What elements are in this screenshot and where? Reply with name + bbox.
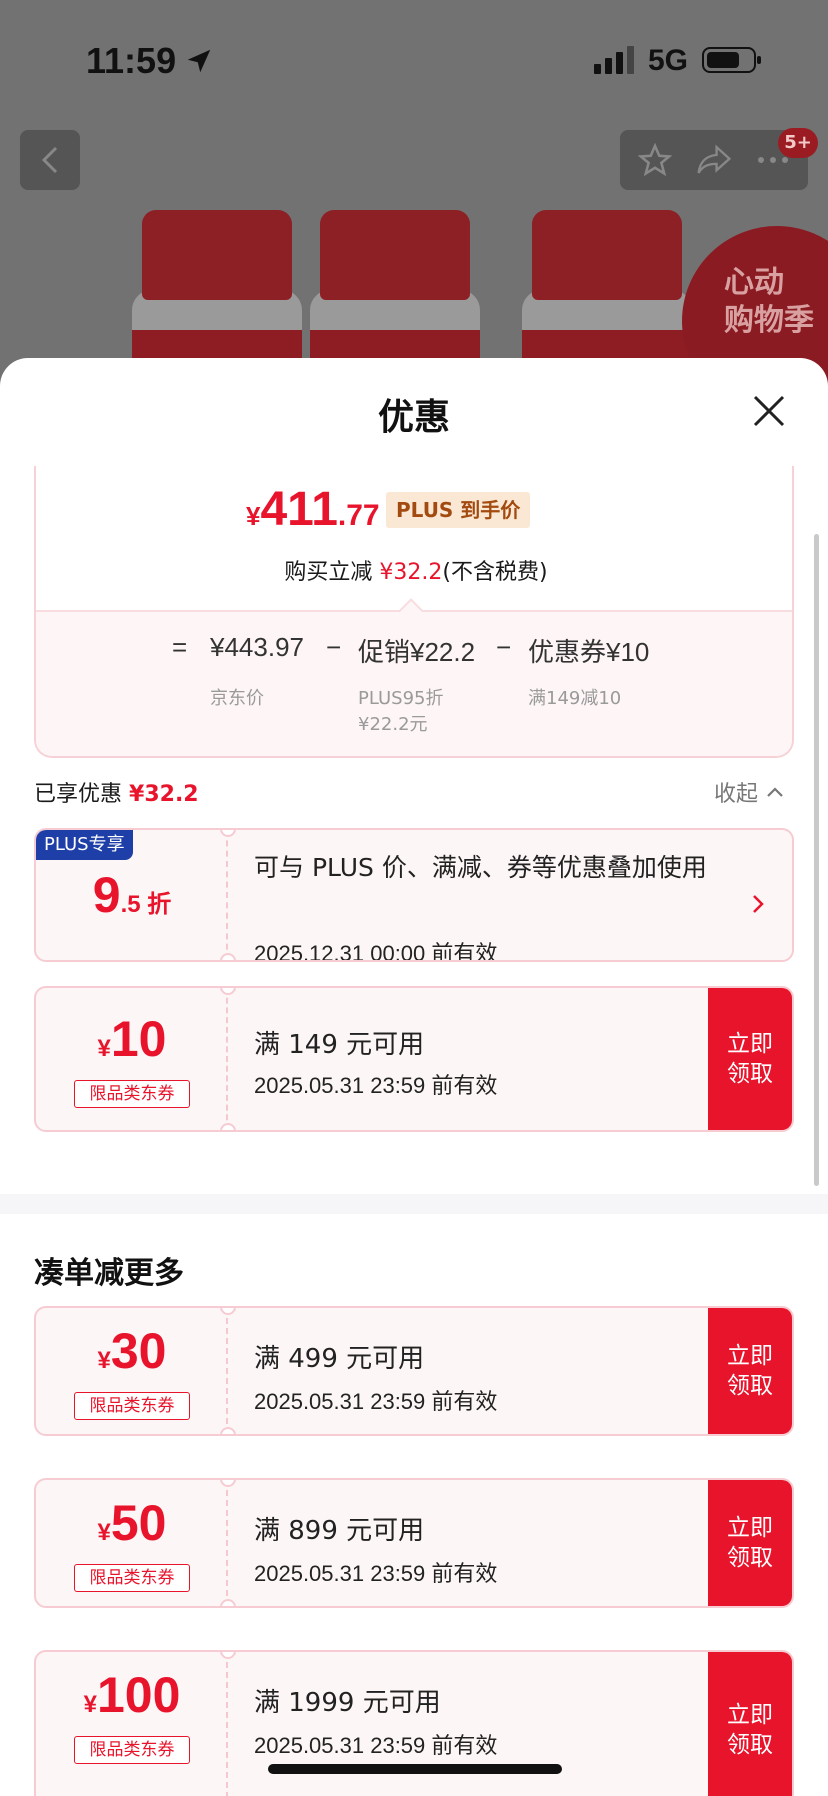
reduce-label: 购买立减 xyxy=(284,560,373,585)
coupon-amount: ¥50 xyxy=(36,1494,228,1552)
plus-discount-rate: 9.5 折 xyxy=(36,866,228,924)
coupon-detail: 满149减10 xyxy=(528,688,622,709)
coupon-value: 10 xyxy=(110,1011,167,1067)
promo-detail-amount: ¥22.2元 xyxy=(358,714,428,735)
coupon-value: 50 xyxy=(110,1495,167,1551)
coupon-currency: ¥ xyxy=(83,1691,97,1718)
enjoyed-label: 已享优惠 xyxy=(34,782,123,807)
coupon-value: 30 xyxy=(110,1323,167,1379)
more-badge: 5+ xyxy=(778,128,818,158)
promo-discount: 促销¥22.2 xyxy=(358,637,476,667)
equals-sign: = xyxy=(172,632,188,662)
chevron-up-icon xyxy=(767,787,783,797)
plus-price-tag: PLUS 到手价 xyxy=(386,492,531,528)
price-currency: ¥ xyxy=(246,501,261,531)
coupon-card: ¥10 限品类东券 满 149 元可用 2025.05.31 23:59 前有效… xyxy=(34,986,794,1132)
chevron-left-icon xyxy=(41,146,58,174)
coupon-type-tag: 限品类东券 xyxy=(74,1736,190,1764)
price-breakdown: = ¥443.97 − 促销¥22.2 − 优惠券¥10 京东价 PLUS95折… xyxy=(36,610,792,756)
price-decimal: .77 xyxy=(337,499,380,532)
network-type: 5G xyxy=(648,44,689,77)
coupon-type-tag: 限品类东券 xyxy=(74,1564,190,1592)
more-section-title: 凑单减更多 xyxy=(34,1256,184,1291)
collapse-label: 收起 xyxy=(714,782,759,807)
coupon-validity: 2025.05.31 23:59 前有效 xyxy=(254,1389,498,1414)
coupon-card: ¥50 限品类东券 满 899 元可用 2025.05.31 23:59 前有效… xyxy=(34,1478,794,1608)
plus-final-price: ¥411.77 xyxy=(246,482,380,537)
coupon-currency: ¥ xyxy=(97,1519,111,1546)
price-integer: 411 xyxy=(260,483,338,536)
sheet-title: 优惠 xyxy=(377,397,450,438)
promo-detail: PLUS95折 xyxy=(358,688,444,709)
plus-exclusive-badge: PLUS专享 xyxy=(36,830,133,860)
close-icon[interactable] xyxy=(752,394,786,428)
status-time: 11:59 xyxy=(86,40,177,81)
home-indicator[interactable] xyxy=(268,1764,562,1774)
minus-sign: − xyxy=(326,632,342,662)
reduce-note: (不含税费) xyxy=(442,560,548,585)
enjoyed-amount: ¥32.2 xyxy=(129,782,199,807)
coupon-condition: 满 149 元可用 xyxy=(254,1030,425,1060)
coupon-type-tag: 限品类东券 xyxy=(74,1080,190,1108)
coupon-currency: ¥ xyxy=(97,1035,111,1062)
price-summary-card: ¥411.77 PLUS 到手价 购买立减 ¥32.2(不含税费) = ¥443… xyxy=(34,466,794,758)
more-icon[interactable] xyxy=(756,155,790,165)
jd-price: ¥443.97 xyxy=(210,632,304,662)
coupon-amount: ¥10 xyxy=(36,1010,228,1068)
cellular-signal-icon xyxy=(594,46,634,74)
reduce-summary: 购买立减 ¥32.2(不含税费) xyxy=(36,554,792,586)
discount-rate-main: 9 xyxy=(92,867,121,923)
plus-coupon-validity: 2025.12.31 00:00 前有效 xyxy=(254,941,498,962)
coupon-amount: ¥100 xyxy=(36,1666,228,1724)
coupon-validity: 2025.05.31 23:59 前有效 xyxy=(254,1733,498,1758)
claim-coupon-button[interactable]: 立即领取 xyxy=(708,1652,792,1796)
claim-coupon-button[interactable]: 立即领取 xyxy=(708,988,792,1130)
claim-coupon-button[interactable]: 立即领取 xyxy=(708,1480,792,1606)
coupon-validity: 2025.05.31 23:59 前有效 xyxy=(254,1561,498,1586)
coupon-validity: 2025.05.31 23:59 前有效 xyxy=(254,1073,498,1098)
minus-sign: − xyxy=(496,632,512,662)
location-arrow-icon xyxy=(187,49,211,73)
coupon-value: 100 xyxy=(96,1667,181,1723)
coupon-type-tag: 限品类东券 xyxy=(74,1392,190,1420)
enjoyed-discount: 已享优惠 ¥32.2 xyxy=(34,776,199,808)
coupon-condition: 满 1999 元可用 xyxy=(254,1688,441,1718)
jd-price-label: 京东价 xyxy=(210,688,264,709)
coupon-card: ¥100 限品类东券 满 1999 元可用 2025.05.31 23:59 前… xyxy=(34,1650,794,1796)
scrollbar[interactable] xyxy=(814,534,819,1186)
status-bar: 11:59 5G xyxy=(0,0,828,110)
share-icon[interactable] xyxy=(696,144,732,176)
coupon-discount: 优惠券¥10 xyxy=(528,637,650,667)
coupon-condition: 满 499 元可用 xyxy=(254,1344,425,1374)
discount-rate-decimal: .5 折 xyxy=(120,891,172,918)
plus-coupon-description: 可与 PLUS 价、满减、券等优惠叠加使用 xyxy=(254,853,707,882)
promo-text-line: 购物季 xyxy=(724,303,814,338)
coupon-card: ¥30 限品类东券 满 499 元可用 2025.05.31 23:59 前有效… xyxy=(34,1306,794,1436)
discount-sheet: 优惠 ¥411.77 PLUS 到手价 购买立减 ¥32.2(不含税费) = ¥… xyxy=(0,358,828,1796)
back-button[interactable] xyxy=(20,130,80,190)
coupon-condition: 满 899 元可用 xyxy=(254,1516,425,1546)
collapse-button[interactable]: 收起 xyxy=(714,776,784,808)
plus-discount-coupon[interactable]: PLUS专享 9.5 折 可与 PLUS 价、满减、券等优惠叠加使用 2025.… xyxy=(34,828,794,962)
chevron-right-icon[interactable] xyxy=(748,892,768,916)
battery-icon xyxy=(702,47,761,73)
section-divider xyxy=(0,1194,828,1214)
promo-text-line: 心动 xyxy=(724,265,784,300)
coupon-amount: ¥30 xyxy=(36,1322,228,1380)
coupon-currency: ¥ xyxy=(97,1347,111,1374)
star-icon[interactable] xyxy=(638,143,672,177)
reduce-amount: ¥32.2 xyxy=(379,560,443,585)
product-page-background: 11:59 5G 5+ 心动 购物季 xyxy=(0,0,828,420)
claim-coupon-button[interactable]: 立即领取 xyxy=(708,1308,792,1434)
